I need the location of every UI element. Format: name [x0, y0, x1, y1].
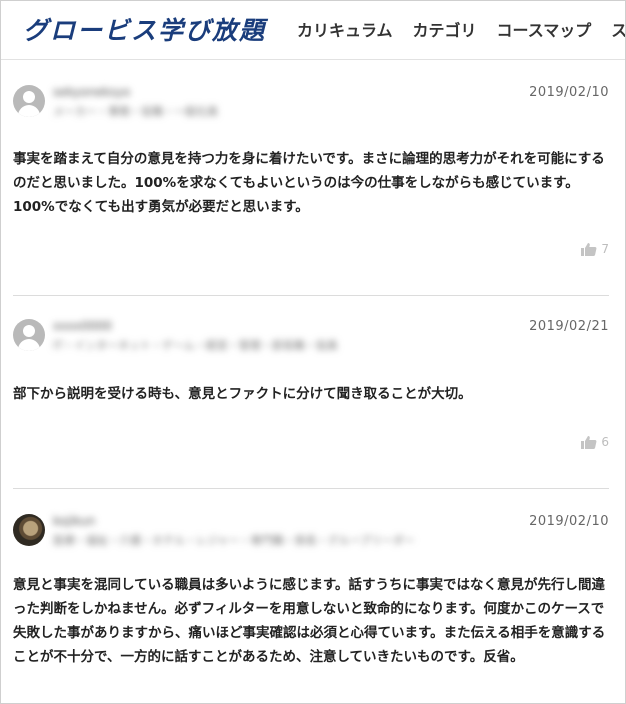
user-name[interactable]: sekyoneksyo — [53, 85, 218, 99]
user-meta: 医療・福祉・介護・ホテル・レジャー・専門職・係長・グループリーダー — [53, 534, 415, 547]
nav-item-curriculum[interactable]: カリキュラム — [297, 17, 393, 41]
comment-item: xxxx0000 IT・インターネット・ゲーム・経営・管理・部長職・役員 201… — [13, 319, 609, 459]
site-header: グロービス学び放題 カリキュラム カテゴリ コースマップ ス — [1, 1, 625, 60]
comment-text: 意見と事実を混同している職員は多いように感じます。話すうちに事実ではなく意見が先… — [13, 577, 606, 665]
user-meta: IT・インターネット・ゲーム・経営・管理・部長職・役員 — [53, 339, 338, 352]
site-logo[interactable]: グロービス学び放題 — [23, 11, 266, 47]
like-button[interactable]: 6 — [581, 435, 609, 449]
user-avatar[interactable] — [13, 319, 45, 351]
user-info: xxxx0000 IT・インターネット・ゲーム・経営・管理・部長職・役員 — [53, 319, 338, 353]
user-name[interactable]: xxxx0000 — [53, 319, 338, 333]
thumbs-up-icon — [581, 243, 597, 256]
like-count: 6 — [601, 435, 609, 449]
nav-item-more[interactable]: ス — [611, 17, 625, 41]
user-info: sekyoneksyo メーカー・事務・役職・一般社員 — [53, 85, 218, 119]
comment-divider — [13, 295, 609, 296]
like-button[interactable]: 7 — [581, 242, 609, 256]
comment-divider — [13, 488, 609, 489]
comment-item: kojikun 医療・福祉・介護・ホテル・レジャー・専門職・係長・グループリーダ… — [13, 514, 609, 694]
nav-item-category[interactable]: カテゴリ — [413, 17, 477, 41]
comment-date: 2019/02/10 — [529, 514, 609, 529]
thumbs-up-icon — [581, 436, 597, 449]
comment-date: 2019/02/21 — [529, 319, 609, 334]
main-nav: カリキュラム カテゴリ コースマップ ス — [297, 17, 625, 41]
page: グロービス学び放題 カリキュラム カテゴリ コースマップ ス sekyoneks… — [0, 0, 626, 704]
comment-text: 事実を踏まえて自分の意見を持つ力を身に着けたいです。まさに論理的思考力がそれを可… — [13, 151, 605, 215]
like-count: 7 — [601, 242, 609, 256]
user-avatar[interactable] — [13, 514, 45, 546]
user-avatar[interactable] — [13, 85, 45, 117]
user-name[interactable]: kojikun — [53, 514, 415, 528]
nav-item-coursemap[interactable]: コースマップ — [497, 17, 592, 41]
comment-date: 2019/02/10 — [529, 85, 609, 100]
comment-text: 部下から説明を受ける時も、意見とファクトに分けて聞き取ることが大切。 — [13, 386, 472, 402]
user-info: kojikun 医療・福祉・介護・ホテル・レジャー・専門職・係長・グループリーダ… — [53, 514, 415, 548]
user-meta: メーカー・事務・役職・一般社員 — [53, 105, 218, 118]
comment-item: sekyoneksyo メーカー・事務・役職・一般社員 2019/02/10 事… — [13, 85, 609, 265]
